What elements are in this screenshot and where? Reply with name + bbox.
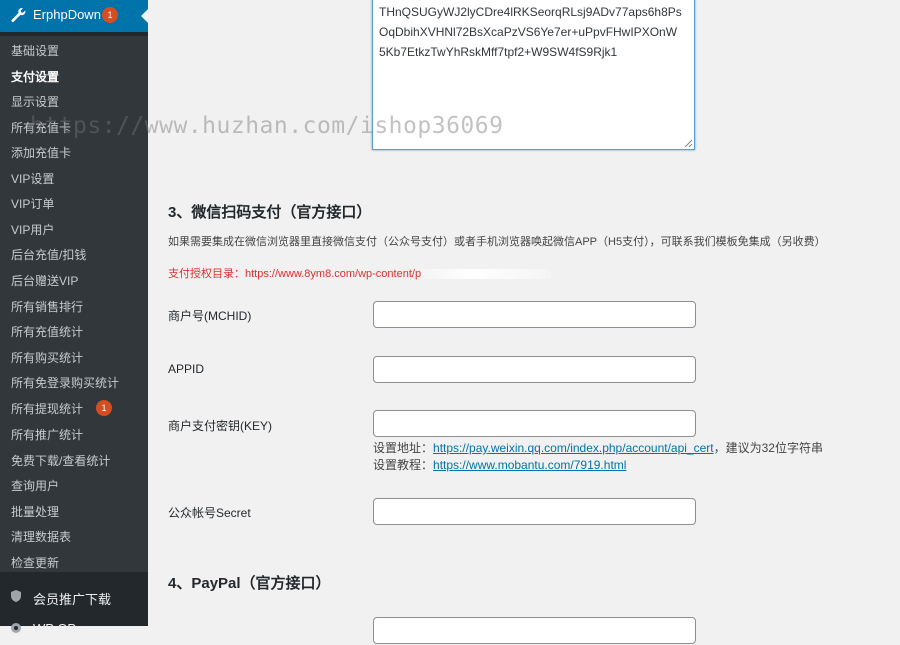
help-prefix: 设置教程： bbox=[373, 458, 434, 472]
api-cert-link[interactable]: https://pay.weixin.qq.com/index.php/acco… bbox=[433, 441, 714, 455]
submenu-gift-vip[interactable]: 后台赠送VIP bbox=[11, 272, 78, 289]
submenu-withdraw-stats[interactable]: 所有提现统计 1 bbox=[11, 400, 112, 417]
paypal-input[interactable] bbox=[373, 617, 696, 644]
help-prefix: 设置地址： bbox=[373, 441, 434, 455]
admin-sidebar: ErphpDown 1 基础设置 支付设置 显示设置 所有充值卡 添加充值卡 V… bbox=[0, 0, 149, 636]
menu-member-referral[interactable]: 会员推广下载 bbox=[0, 581, 148, 613]
redacted-blur bbox=[421, 269, 552, 280]
paypal-section-title: 4、PayPal（官方接口） bbox=[168, 575, 331, 592]
secret-label: 公众帐号Secret bbox=[168, 506, 251, 520]
submenu-vip-users[interactable]: VIP用户 bbox=[11, 221, 54, 238]
menu-erphpdown-label: ErphpDown bbox=[33, 7, 101, 22]
menu-wp-op-label: WP OP... bbox=[33, 621, 86, 636]
textarea-line: OqDbihXVHNl72BsXcaPzVS6Ye7er+uPpvFHwIPXO… bbox=[379, 25, 678, 39]
submenu-recharge-stats[interactable]: 所有充值统计 bbox=[11, 323, 83, 340]
resize-handle-icon[interactable] bbox=[684, 139, 692, 147]
key-input[interactable] bbox=[373, 410, 696, 437]
submenu-clean-tables[interactable]: 清理数据表 bbox=[11, 528, 71, 545]
textarea-line: THnQSUGyWJ2lyCDre4lRKSeorqRLsj9ADv77aps6… bbox=[379, 5, 682, 19]
submenu-vip-settings[interactable]: VIP设置 bbox=[11, 170, 54, 187]
submenu-basic-settings[interactable]: 基础设置 bbox=[11, 42, 59, 59]
submenu-guest-purchase-stats[interactable]: 所有免登录购买统计 bbox=[11, 374, 119, 391]
tutorial-link[interactable]: https://www.mobantu.com/7919.html bbox=[433, 458, 626, 472]
wechat-description: 如果需要集成在微信浏览器里直接微信支付（公众号支付）或者手机浏览器唤起微信APP… bbox=[168, 236, 826, 248]
submenu-withdraw-stats-label: 所有提现统计 bbox=[11, 402, 84, 416]
appid-input[interactable] bbox=[373, 356, 696, 383]
submenu-recharge-deduct[interactable]: 后台充值/扣钱 bbox=[11, 246, 86, 263]
shield-icon bbox=[11, 590, 21, 602]
withdraw-badge: 1 bbox=[96, 400, 112, 416]
key-label: 商户支付密钥(KEY) bbox=[168, 419, 273, 433]
submenu-display-settings[interactable]: 显示设置 bbox=[11, 93, 59, 110]
mchid-input[interactable] bbox=[373, 301, 696, 328]
key-help-setting: 设置地址：https://pay.weixin.qq.com/index.php… bbox=[373, 439, 823, 456]
auth-directory-text: 支付授权目录：https://www.8ym8.com/wp-content/p bbox=[168, 268, 422, 280]
watermark: https://www.huzhan.com/ishop36069 bbox=[30, 113, 504, 139]
help-suffix: ，建议为32位字符串 bbox=[713, 441, 823, 455]
submenu-payment-settings[interactable]: 支付设置 bbox=[11, 68, 59, 85]
key-help-tutorial: 设置教程：https://www.mobantu.com/7919.html bbox=[373, 456, 626, 473]
submenu-batch-process[interactable]: 批量处理 bbox=[11, 503, 59, 520]
mchid-label: 商户号(MCHID) bbox=[168, 309, 252, 323]
main-content: THnQSUGyWJ2lyCDre4lRKSeorqRLsj9ADv77aps6… bbox=[148, 0, 900, 644]
secret-input[interactable] bbox=[373, 498, 696, 525]
submenu-referral-stats[interactable]: 所有推广统计 bbox=[11, 426, 83, 443]
submenu-vip-orders[interactable]: VIP订单 bbox=[11, 195, 54, 212]
menu-wp-op[interactable]: WP OP... bbox=[0, 613, 148, 645]
menu-erphpdown[interactable]: ErphpDown 1 bbox=[0, 0, 149, 32]
submenu-free-download-stats[interactable]: 免费下载/查看统计 bbox=[11, 452, 110, 469]
textarea-line: 5Kb7EtkzTwYhRskMff7tpf2+W9SW4fS9Rjk1 bbox=[379, 45, 618, 59]
gear-icon bbox=[11, 623, 21, 633]
wechat-section-title: 3、微信扫码支付（官方接口） bbox=[168, 204, 372, 221]
wrench-icon bbox=[11, 8, 26, 23]
menu-member-referral-label: 会员推广下载 bbox=[33, 592, 112, 607]
appid-label: APPID bbox=[168, 362, 205, 376]
notification-badge: 1 bbox=[102, 7, 118, 23]
submenu-sales-ranking[interactable]: 所有销售排行 bbox=[11, 298, 83, 315]
submenu-check-update[interactable]: 检查更新 bbox=[11, 554, 59, 571]
submenu-purchase-stats[interactable]: 所有购买统计 bbox=[11, 349, 83, 366]
submenu-add-card[interactable]: 添加充值卡 bbox=[11, 144, 71, 161]
auth-directory: 支付授权目录：https://www.8ym8.com/wp-content/p bbox=[168, 265, 552, 281]
submenu-query-user[interactable]: 查询用户 bbox=[11, 477, 59, 494]
